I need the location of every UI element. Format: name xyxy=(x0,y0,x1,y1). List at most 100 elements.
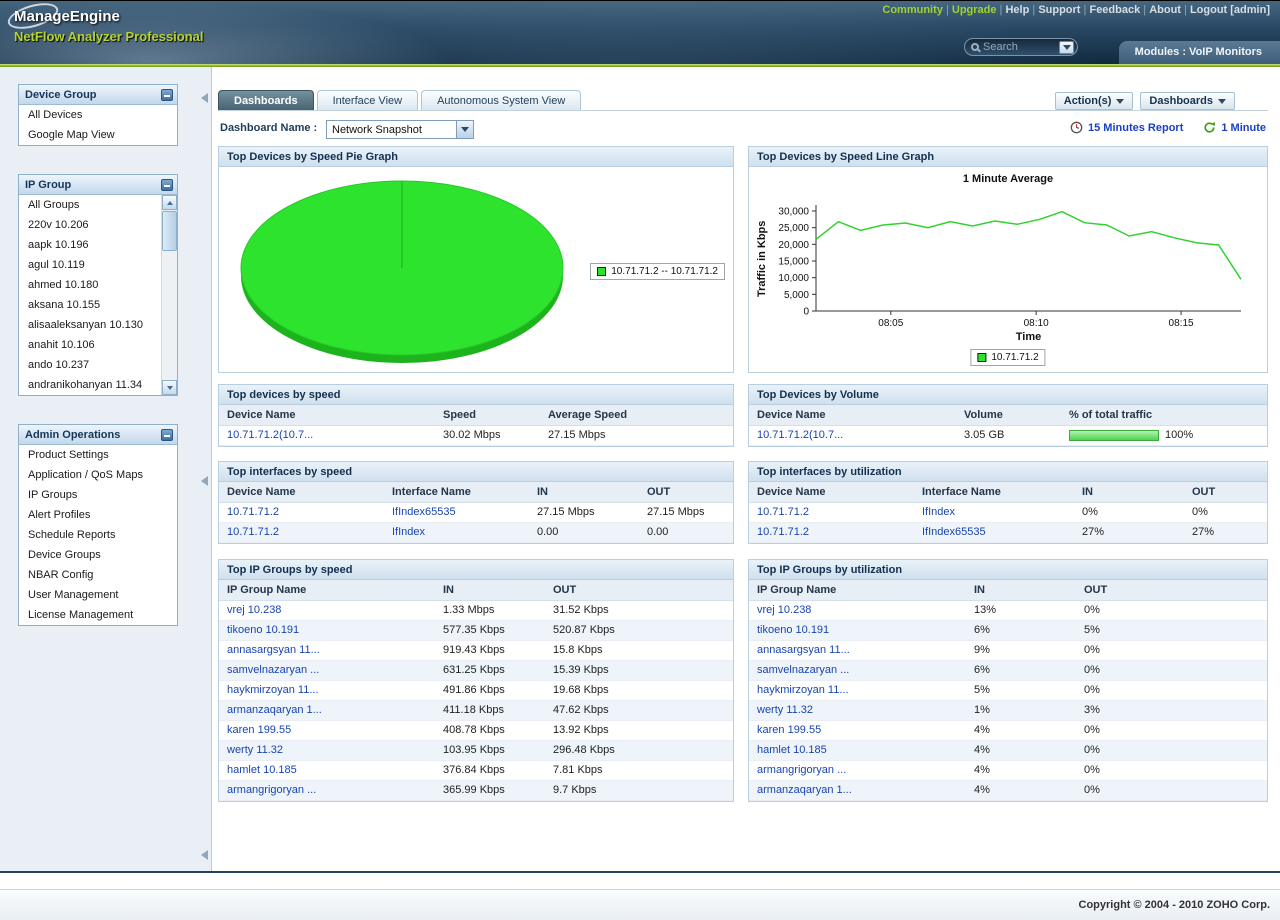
refresh-interval-link[interactable]: 1 Minute xyxy=(1221,122,1266,134)
table-cell-link[interactable]: armangrigoryan ... xyxy=(757,764,846,776)
table-row: 10.71.71.2IfIndex0%0% xyxy=(749,502,1267,522)
table-cell-link[interactable]: tikoeno 10.191 xyxy=(757,624,829,636)
table-cell-link[interactable]: werty 11.32 xyxy=(227,744,283,756)
sidebar-item-ip-group[interactable]: 220v 10.206 xyxy=(19,215,161,235)
table-cell-link[interactable]: tikoeno 10.191 xyxy=(227,624,299,636)
minimize-panel-button[interactable] xyxy=(161,179,173,191)
table-cell-link[interactable]: 10.71.71.2(10.7... xyxy=(227,429,313,441)
device-link[interactable]: 10.71.71.2(10.7... xyxy=(757,429,843,441)
sidebar-item-ip-group[interactable]: All Groups xyxy=(19,195,161,215)
table-cell-link[interactable]: samvelnazaryan ... xyxy=(757,664,849,676)
table-cell-link[interactable]: IfIndex65535 xyxy=(392,506,456,518)
sidebar-item-ip-group[interactable]: anahit 10.106 xyxy=(19,335,161,355)
minimize-panel-button[interactable] xyxy=(161,89,173,101)
upgrade-link[interactable]: Upgrade xyxy=(952,4,1006,16)
collapse-sidebar-arrow[interactable] xyxy=(201,476,208,486)
pie-legend: 10.71.71.2 -- 10.71.71.2 xyxy=(590,263,725,280)
column-header: IN xyxy=(966,580,1076,600)
table-cell-link[interactable]: annasargsyan 11... xyxy=(757,644,850,656)
sidebar-item-ip-group[interactable]: aksana 10.155 xyxy=(19,295,161,315)
scroll-up-button[interactable] xyxy=(162,195,177,210)
device-group-header: Device Group xyxy=(19,85,177,105)
support-link[interactable]: Support xyxy=(1038,4,1089,16)
svg-text:08:15: 08:15 xyxy=(1169,318,1194,329)
sidebar-item-ip-group[interactable]: andranikohanyan 11.34 xyxy=(19,375,161,395)
table-cell-link[interactable]: werty 11.32 xyxy=(757,704,813,716)
table-cell-link[interactable]: annasargsyan 11... xyxy=(227,644,320,656)
feedback-link[interactable]: Feedback xyxy=(1089,4,1149,16)
panel-title: Top interfaces by speed xyxy=(219,462,733,482)
table-cell-link[interactable]: vrej 10.238 xyxy=(757,604,811,616)
collapse-sidebar-arrow[interactable] xyxy=(201,93,208,103)
table-cell-link[interactable]: 10.71.71.2 xyxy=(757,526,809,538)
sidebar-item-admin[interactable]: NBAR Config xyxy=(19,565,177,585)
table-cell-link[interactable]: haykmirzoyan 11... xyxy=(757,684,849,696)
svg-text:5,000: 5,000 xyxy=(784,290,809,301)
table-cell-link[interactable]: armanzaqaryan 1... xyxy=(227,704,322,716)
tab-dashboards[interactable]: Dashboards xyxy=(218,90,314,111)
sidebar-item-admin[interactable]: Application / QoS Maps xyxy=(19,465,177,485)
dashboard-name-select[interactable]: Network Snapshot xyxy=(326,120,474,139)
tab-interface-view[interactable]: Interface View xyxy=(317,90,419,111)
tab-autonomous-system-view[interactable]: Autonomous System View xyxy=(421,90,581,111)
table-cell-link[interactable]: IfIndex xyxy=(392,526,425,538)
top-devices-volume-panel: Top Devices by Volume Device Name Volume… xyxy=(748,384,1268,447)
sidebar-item-admin[interactable]: Product Settings xyxy=(19,445,177,465)
sidebar-item-admin[interactable]: User Management xyxy=(19,585,177,605)
actions-button[interactable]: Action(s) xyxy=(1055,92,1134,110)
about-link[interactable]: About xyxy=(1149,4,1190,16)
search-scope-dropdown[interactable] xyxy=(1059,41,1074,54)
sidebar-item-ip-group[interactable]: ando 10.237 xyxy=(19,355,161,375)
scrollbar-thumb[interactable] xyxy=(162,211,177,251)
logout-link[interactable]: Logout [admin] xyxy=(1190,4,1270,16)
table-cell-link[interactable]: IfIndex xyxy=(922,506,955,518)
table-cell-link[interactable]: IfIndex65535 xyxy=(922,526,986,538)
line-graph-panel: Top Devices by Speed Line Graph 1 Minute… xyxy=(748,146,1268,373)
svg-text:Traffic in Kbps: Traffic in Kbps xyxy=(756,221,768,297)
dashboards-button[interactable]: Dashboards xyxy=(1140,92,1235,110)
table-cell-link[interactable]: karen 199.55 xyxy=(757,724,821,736)
table-cell-link[interactable]: karen 199.55 xyxy=(227,724,291,736)
sidebar-item-admin[interactable]: Schedule Reports xyxy=(19,525,177,545)
table-cell-link[interactable]: armangrigoryan ... xyxy=(227,784,316,796)
sidebar-item-device-group[interactable]: Google Map View xyxy=(19,125,177,145)
line-chart: 05,00010,00015,00020,00025,00030,00008:0… xyxy=(749,167,1267,372)
table-cell-link[interactable]: armanzaqaryan 1... xyxy=(757,784,852,796)
search-input[interactable] xyxy=(983,41,1055,53)
ip-group-scrollbar[interactable] xyxy=(161,195,177,395)
sidebar-item-admin[interactable]: Device Groups xyxy=(19,545,177,565)
table-cell-link[interactable]: hamlet 10.185 xyxy=(227,764,297,776)
table-cell-link[interactable]: 10.71.71.2 xyxy=(757,506,809,518)
svg-text:25,000: 25,000 xyxy=(778,223,809,234)
modules-selector[interactable]: Modules : VoIP Monitors xyxy=(1119,41,1280,64)
traffic-percent-bar xyxy=(1069,430,1159,441)
sidebar-item-device-group[interactable]: All Devices xyxy=(19,105,177,125)
table-cell-link[interactable]: hamlet 10.185 xyxy=(757,744,827,756)
top-ipgroups-util-table: IP Group Name IN OUT vrej 10.23813%0%tik… xyxy=(749,580,1267,801)
svg-text:08:05: 08:05 xyxy=(878,318,903,329)
sidebar-item-admin[interactable]: License Management xyxy=(19,605,177,625)
sidebar-item-admin[interactable]: IP Groups xyxy=(19,485,177,505)
table-cell-link[interactable]: haykmirzoyan 11... xyxy=(227,684,319,696)
minimize-panel-button[interactable] xyxy=(161,429,173,441)
sidebar-item-ip-group[interactable]: aapk 10.196 xyxy=(19,235,161,255)
fifteen-minutes-report-link[interactable]: 15 Minutes Report xyxy=(1088,122,1183,134)
legend-swatch xyxy=(597,267,606,276)
top-bar: CommunityUpgradeHelpSupportFeedbackAbout… xyxy=(0,0,1280,64)
table-cell-link[interactable]: vrej 10.238 xyxy=(227,604,281,616)
brand-name: ManageEngine xyxy=(14,8,204,25)
content-bottom-divider xyxy=(0,871,1280,873)
community-link[interactable]: Community xyxy=(882,4,951,16)
table-cell-link[interactable]: 10.71.71.2 xyxy=(227,506,279,518)
sidebar-item-ip-group[interactable]: ahmed 10.180 xyxy=(19,275,161,295)
top-interfaces-util-table: Device Name Interface Name IN OUT 10.71.… xyxy=(749,482,1267,543)
help-link[interactable]: Help xyxy=(1005,4,1038,16)
table-cell-link[interactable]: 10.71.71.2 xyxy=(227,526,279,538)
sidebar-item-ip-group[interactable]: alisaaleksanyan 10.130 xyxy=(19,315,161,335)
sidebar-item-ip-group[interactable]: agul 10.119 xyxy=(19,255,161,275)
select-arrow-button[interactable] xyxy=(456,121,473,138)
collapse-sidebar-arrow[interactable] xyxy=(201,850,208,860)
scroll-down-button[interactable] xyxy=(162,380,177,395)
sidebar-item-admin[interactable]: Alert Profiles xyxy=(19,505,177,525)
table-cell-link[interactable]: samvelnazaryan ... xyxy=(227,664,319,676)
